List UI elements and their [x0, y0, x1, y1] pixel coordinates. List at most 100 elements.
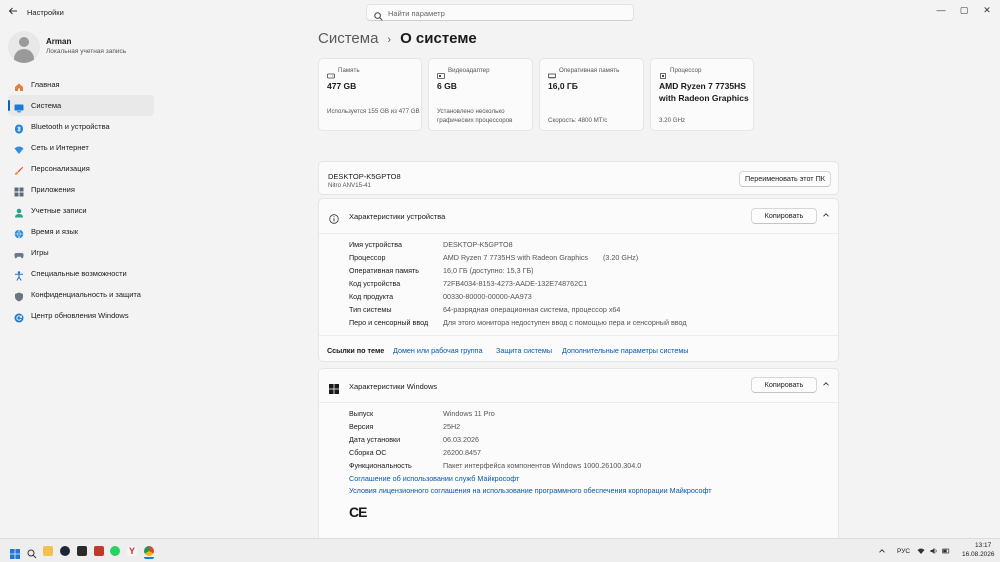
app-icon[interactable] [94, 546, 104, 556]
gamepad-icon [14, 247, 24, 259]
ram-icon [548, 67, 556, 79]
shield-icon [14, 289, 24, 302]
chevron-up-icon[interactable] [821, 211, 831, 221]
settings-icon[interactable] [144, 543, 154, 559]
avatar[interactable] [8, 31, 40, 63]
breadcrumb-parent[interactable]: Система [318, 30, 378, 47]
sidebar-item-time-language[interactable]: Время и язык [8, 221, 154, 242]
link-system-protection[interactable]: Защита системы [496, 346, 552, 355]
accounts-icon [14, 205, 24, 218]
sidebar-item-gaming[interactable]: Игры [8, 242, 154, 263]
close-button[interactable]: ✕ [980, 4, 994, 16]
storage-card[interactable]: Память 477 GB Используется 155 GB из 477… [318, 58, 422, 131]
globe-icon [14, 226, 24, 239]
bluetooth-icon [14, 121, 24, 134]
spec-row: Имя устройства DESKTOP-K5GPTO8 [349, 240, 513, 249]
info-icon [329, 211, 339, 224]
yandex-browser-icon[interactable]: Y [127, 546, 137, 556]
spec-row: Сборка ОС 26200.8457 [349, 448, 481, 457]
home-icon [14, 79, 24, 91]
sidebar-nav: Главная Система Bluetooth и устройства С… [8, 74, 154, 326]
apps-icon [14, 184, 24, 197]
battery-icon[interactable] [942, 547, 950, 555]
epic-games-icon[interactable] [77, 546, 87, 556]
spec-row: Версия 25H2 [349, 422, 461, 431]
spec-row: Функциональность Пакет интерфейса компон… [349, 461, 642, 470]
clock-time[interactable]: 13:17 [975, 542, 991, 549]
spec-row: Код устройства 72FB4034-8153-4273-AADE-1… [349, 279, 588, 288]
link-domain-workgroup[interactable]: Домен или рабочая группа [393, 346, 483, 355]
ram-card[interactable]: Оперативная память 16,0 ГБ Скорость: 480… [539, 58, 644, 131]
sidebar-item-apps[interactable]: Приложения [8, 179, 154, 200]
device-specs-panel: Характеристики устройства Копировать Имя… [318, 198, 839, 362]
spec-row: Код продукта 00330-80000-00000-AA973 [349, 292, 532, 301]
steam-icon[interactable] [60, 546, 70, 556]
accessibility-icon [14, 268, 24, 281]
minimize-button[interactable]: — [934, 4, 948, 16]
windows-start-icon[interactable] [10, 546, 20, 559]
spec-row: Тип системы 64-разрядная операционная си… [349, 305, 621, 314]
pc-name-panel: DESKTOP-K5GPTO8 Nitro ANV15-41 Переимено… [318, 161, 839, 195]
cpu-icon [659, 67, 667, 79]
spec-row: Перо и сенсорный ввод Для этого монитора… [349, 318, 687, 327]
sidebar-item-accounts[interactable]: Учетные записи [8, 200, 154, 221]
spec-row: Оперативная память 16,0 ГБ (доступно: 15… [349, 266, 534, 275]
system-icon [14, 100, 24, 113]
search-input[interactable]: Найти параметр [366, 4, 634, 21]
user-name: Arman [46, 37, 72, 46]
link-advanced-system-settings[interactable]: Дополнительные параметры системы [562, 346, 688, 355]
back-arrow-icon[interactable] [8, 6, 20, 18]
gpu-card[interactable]: Видеоадаптер 6 GB Установлено несколько … [428, 58, 533, 131]
link-microsoft-services-agreement[interactable]: Соглашение об использовании служб Майкро… [349, 474, 519, 483]
device-specs-header[interactable]: Характеристики устройства Копировать [319, 199, 840, 233]
sidebar-item-windows-update[interactable]: Центр обновления Windows [8, 305, 154, 326]
sidebar-item-bluetooth[interactable]: Bluetooth и устройства [8, 116, 154, 137]
network-icon [14, 142, 24, 154]
spec-row: Процессор AMD Ryzen 7 7735HS with Radeon… [349, 253, 639, 262]
copy-windows-specs-button[interactable]: Копировать [751, 377, 817, 393]
search-icon [374, 8, 383, 21]
divider [319, 402, 838, 403]
breadcrumb: Система › О системе [318, 30, 477, 47]
sidebar-item-personalization[interactable]: Персонализация [8, 158, 154, 179]
gpu-icon [437, 67, 445, 79]
windows-specs-header[interactable]: Характеристики Windows Копировать [319, 369, 840, 403]
device-specs-title: Характеристики устройства [349, 212, 446, 221]
spec-row: Выпуск Windows 11 Pro [349, 409, 495, 418]
spec-row: Дата установки 06.03.2026 [349, 435, 479, 444]
rename-pc-button[interactable]: Переименовать этот ПК [739, 171, 831, 187]
clock-date[interactable]: 16.08.2026 [962, 551, 995, 558]
search-placeholder: Найти параметр [388, 9, 445, 18]
update-icon [14, 310, 24, 323]
copy-device-specs-button[interactable]: Копировать [751, 208, 817, 224]
chevron-up-icon[interactable] [821, 380, 831, 390]
title-bar: Настройки Найти параметр — ▢ ✕ [0, 0, 1000, 24]
link-microsoft-license-terms[interactable]: Условия лицензионного соглашения на испо… [349, 486, 712, 495]
account-type: Локальная учетная запись [46, 48, 127, 55]
windows-specs-panel: Характеристики Windows Копировать Выпуск… [318, 368, 839, 538]
taskbar: Y РУС 13:17 16.08.2026 [0, 538, 1000, 562]
sidebar-item-home[interactable]: Главная [8, 74, 154, 95]
search-icon[interactable] [27, 546, 37, 559]
chevron-up-icon[interactable] [878, 547, 886, 555]
brush-icon [14, 163, 24, 175]
whatsapp-icon[interactable] [110, 546, 120, 556]
related-links: Ссылки по теме Домен или рабочая группа … [319, 335, 838, 363]
storage-icon [327, 67, 335, 79]
sidebar-item-accessibility[interactable]: Специальные возможности [8, 263, 154, 284]
sidebar-item-privacy[interactable]: Конфиденциальность и защита [8, 284, 154, 305]
volume-icon[interactable] [930, 547, 938, 555]
related-links-label: Ссылки по теме [327, 346, 385, 355]
ce-mark: CE [349, 504, 367, 520]
file-explorer-icon[interactable] [43, 546, 53, 556]
window-title: Настройки [27, 8, 64, 17]
maximize-button[interactable]: ▢ [957, 4, 971, 16]
sidebar-item-network[interactable]: Сеть и Интернет [8, 137, 154, 158]
page-title: О системе [400, 30, 477, 47]
windows-specs-title: Характеристики Windows [349, 382, 438, 391]
cpu-card[interactable]: Процессор AMD Ryzen 7 7735HS with Radeon… [650, 58, 754, 131]
sidebar-item-system[interactable]: Система [8, 95, 154, 116]
language-indicator[interactable]: РУС [897, 548, 910, 555]
divider [319, 233, 838, 234]
wifi-icon[interactable] [917, 547, 925, 555]
